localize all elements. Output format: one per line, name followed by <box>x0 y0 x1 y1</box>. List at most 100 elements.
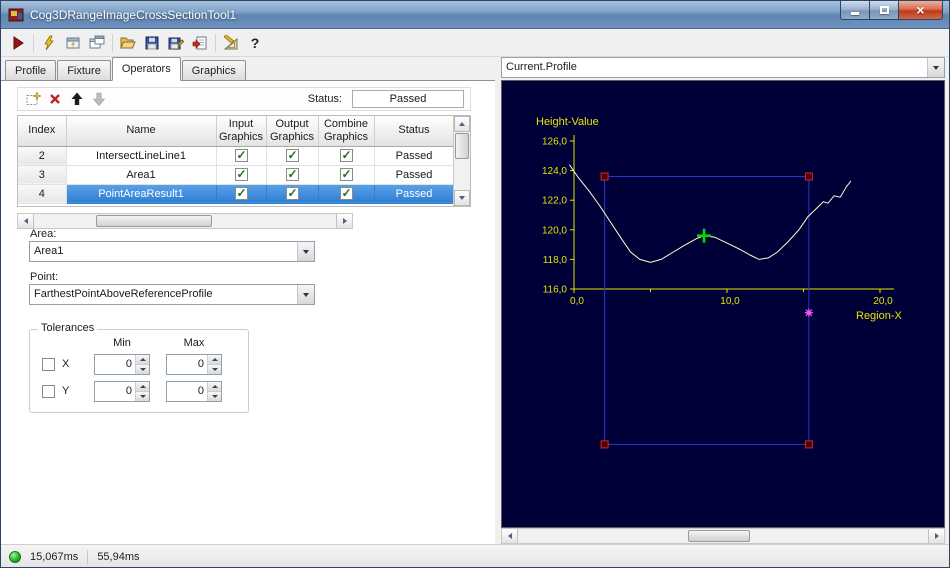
tool-edit-panel: Profile Fixture Operators Graphics Statu… <box>1 57 495 544</box>
combine-graphics-checkbox[interactable] <box>339 186 353 200</box>
tolerance-x-checkbox[interactable] <box>42 358 55 371</box>
scroll-right-button[interactable] <box>336 214 352 228</box>
dropdown-button[interactable] <box>927 58 944 77</box>
svg-text:20,0: 20,0 <box>873 296 893 307</box>
spin-up-button[interactable] <box>208 382 221 392</box>
table-row-selected[interactable]: 4 PointAreaResult1 Passed <box>18 184 455 204</box>
combine-graphics-checkbox[interactable] <box>339 167 353 181</box>
save-file-icon <box>145 36 159 49</box>
input-graphics-checkbox[interactable] <box>234 186 248 200</box>
spin-up-button[interactable] <box>136 355 149 365</box>
scroll-right-button[interactable] <box>928 529 944 543</box>
output-graphics-checkbox[interactable] <box>285 148 299 162</box>
dropdown-button[interactable] <box>297 242 314 261</box>
tolerance-x-min-value[interactable]: 0 <box>95 355 135 374</box>
point-label: Point: <box>30 271 59 283</box>
table-row[interactable]: 3 Area1 Passed <box>18 165 455 185</box>
close-button[interactable]: × <box>898 1 943 20</box>
move-up-button[interactable] <box>66 89 88 109</box>
spin-down-button[interactable] <box>136 365 149 374</box>
add-operator-button[interactable] <box>22 89 44 109</box>
point-combobox[interactable]: FarthestPointAboveReferenceProfile <box>29 284 315 305</box>
run-icon <box>13 35 24 50</box>
scroll-down-button[interactable] <box>454 190 470 206</box>
tabstrip: Profile Fixture Operators Graphics <box>1 57 495 81</box>
scrollbar-thumb[interactable] <box>455 133 469 159</box>
float-window-button[interactable] <box>85 31 109 55</box>
minimize-button[interactable] <box>840 1 869 20</box>
tolerance-x-min-spinner[interactable]: 0 <box>94 354 150 375</box>
tolerance-x-max-spinner[interactable]: 0 <box>166 354 222 375</box>
delete-operator-button[interactable] <box>44 89 66 109</box>
region-corner-handle <box>804 172 813 181</box>
tab-graphics[interactable]: Graphics <box>181 60 246 80</box>
measure-button[interactable] <box>219 31 243 55</box>
import-button[interactable] <box>188 31 212 55</box>
spin-up-button[interactable] <box>208 355 221 365</box>
arrow-down-icon <box>211 395 218 398</box>
save-as-button[interactable] <box>164 31 188 55</box>
column-header-combine-graphics[interactable]: Combine Graphics <box>318 116 375 147</box>
tool-editor-button[interactable] <box>61 31 85 55</box>
spin-down-button[interactable] <box>208 365 221 374</box>
spin-down-button[interactable] <box>208 392 221 401</box>
tolerance-y-label: Y <box>62 385 70 397</box>
tolerance-x-max-value[interactable]: 0 <box>167 355 207 374</box>
arrow-left-icon <box>507 533 512 539</box>
arrow-up-icon <box>139 385 146 388</box>
area-value: Area1 <box>34 245 64 257</box>
svg-text:0,0: 0,0 <box>570 296 584 307</box>
run-button[interactable] <box>6 31 30 55</box>
input-graphics-checkbox[interactable] <box>234 167 248 181</box>
scroll-left-button[interactable] <box>502 529 518 543</box>
maximize-button[interactable] <box>869 1 898 20</box>
chart-horizontal-scrollbar[interactable] <box>501 528 945 544</box>
spin-down-button[interactable] <box>136 392 149 401</box>
save-file-button[interactable] <box>140 31 164 55</box>
column-header-output-graphics[interactable]: Output Graphics <box>266 116 319 147</box>
area-combobox[interactable]: Area1 <box>29 241 315 262</box>
tolerance-y-max-spinner[interactable]: 0 <box>166 381 222 402</box>
scroll-left-button[interactable] <box>18 214 34 228</box>
tolerance-y-min-value[interactable]: 0 <box>95 382 135 401</box>
tab-profile[interactable]: Profile <box>5 60 57 80</box>
spin-up-button[interactable] <box>136 382 149 392</box>
column-header-name[interactable]: Name <box>66 116 217 147</box>
scrollbar-track[interactable] <box>34 214 336 228</box>
grid-horizontal-scrollbar[interactable] <box>17 213 353 229</box>
open-file-button[interactable] <box>116 31 140 55</box>
scrollbar-track[interactable] <box>518 529 928 543</box>
dropdown-button[interactable] <box>297 285 314 304</box>
column-header-index[interactable]: Index <box>18 116 67 147</box>
scroll-up-button[interactable] <box>454 116 470 132</box>
output-graphics-checkbox[interactable] <box>285 167 299 181</box>
combine-graphics-checkbox[interactable] <box>339 148 353 162</box>
tolerance-y-checkbox[interactable] <box>42 385 55 398</box>
cell-status: Passed <box>374 165 455 185</box>
grid-vertical-scrollbar[interactable] <box>453 116 470 206</box>
arrow-up-icon <box>211 385 218 388</box>
electric-run-icon <box>44 35 54 50</box>
help-button[interactable]: ? <box>243 31 267 55</box>
tab-operators[interactable]: Operators <box>111 57 181 81</box>
scrollbar-thumb[interactable] <box>688 530 750 542</box>
column-header-status[interactable]: Status <box>374 116 455 147</box>
tolerance-y-max-value[interactable]: 0 <box>167 382 207 401</box>
electric-run-button[interactable] <box>37 31 61 55</box>
svg-text:120,0: 120,0 <box>542 225 567 236</box>
output-graphics-checkbox[interactable] <box>285 186 299 200</box>
arrow-down-icon <box>211 368 218 371</box>
move-down-button[interactable] <box>88 89 110 109</box>
profile-chart[interactable]: 126,0 124,0 122,0 120,0 118,0 116,0 0,0 10,0 20,… <box>501 80 945 528</box>
titlebar[interactable]: Cog3DRangeImageCrossSectionTool1 × <box>1 1 949 29</box>
scrollbar-thumb[interactable] <box>96 215 212 227</box>
tab-fixture[interactable]: Fixture <box>57 60 111 80</box>
table-row[interactable]: 2 IntersectLineLine1 Passed <box>18 146 455 166</box>
column-header-input-graphics[interactable]: Input Graphics <box>216 116 267 147</box>
result-time: 55,94ms <box>97 551 140 563</box>
record-selector-combobox[interactable]: Current.Profile <box>501 57 945 78</box>
tool-editor-icon <box>66 37 80 48</box>
input-graphics-checkbox[interactable] <box>234 148 248 162</box>
tolerance-y-min-spinner[interactable]: 0 <box>94 381 150 402</box>
app-window: Cog3DRangeImageCrossSectionTool1 × ? Pro… <box>0 0 950 568</box>
